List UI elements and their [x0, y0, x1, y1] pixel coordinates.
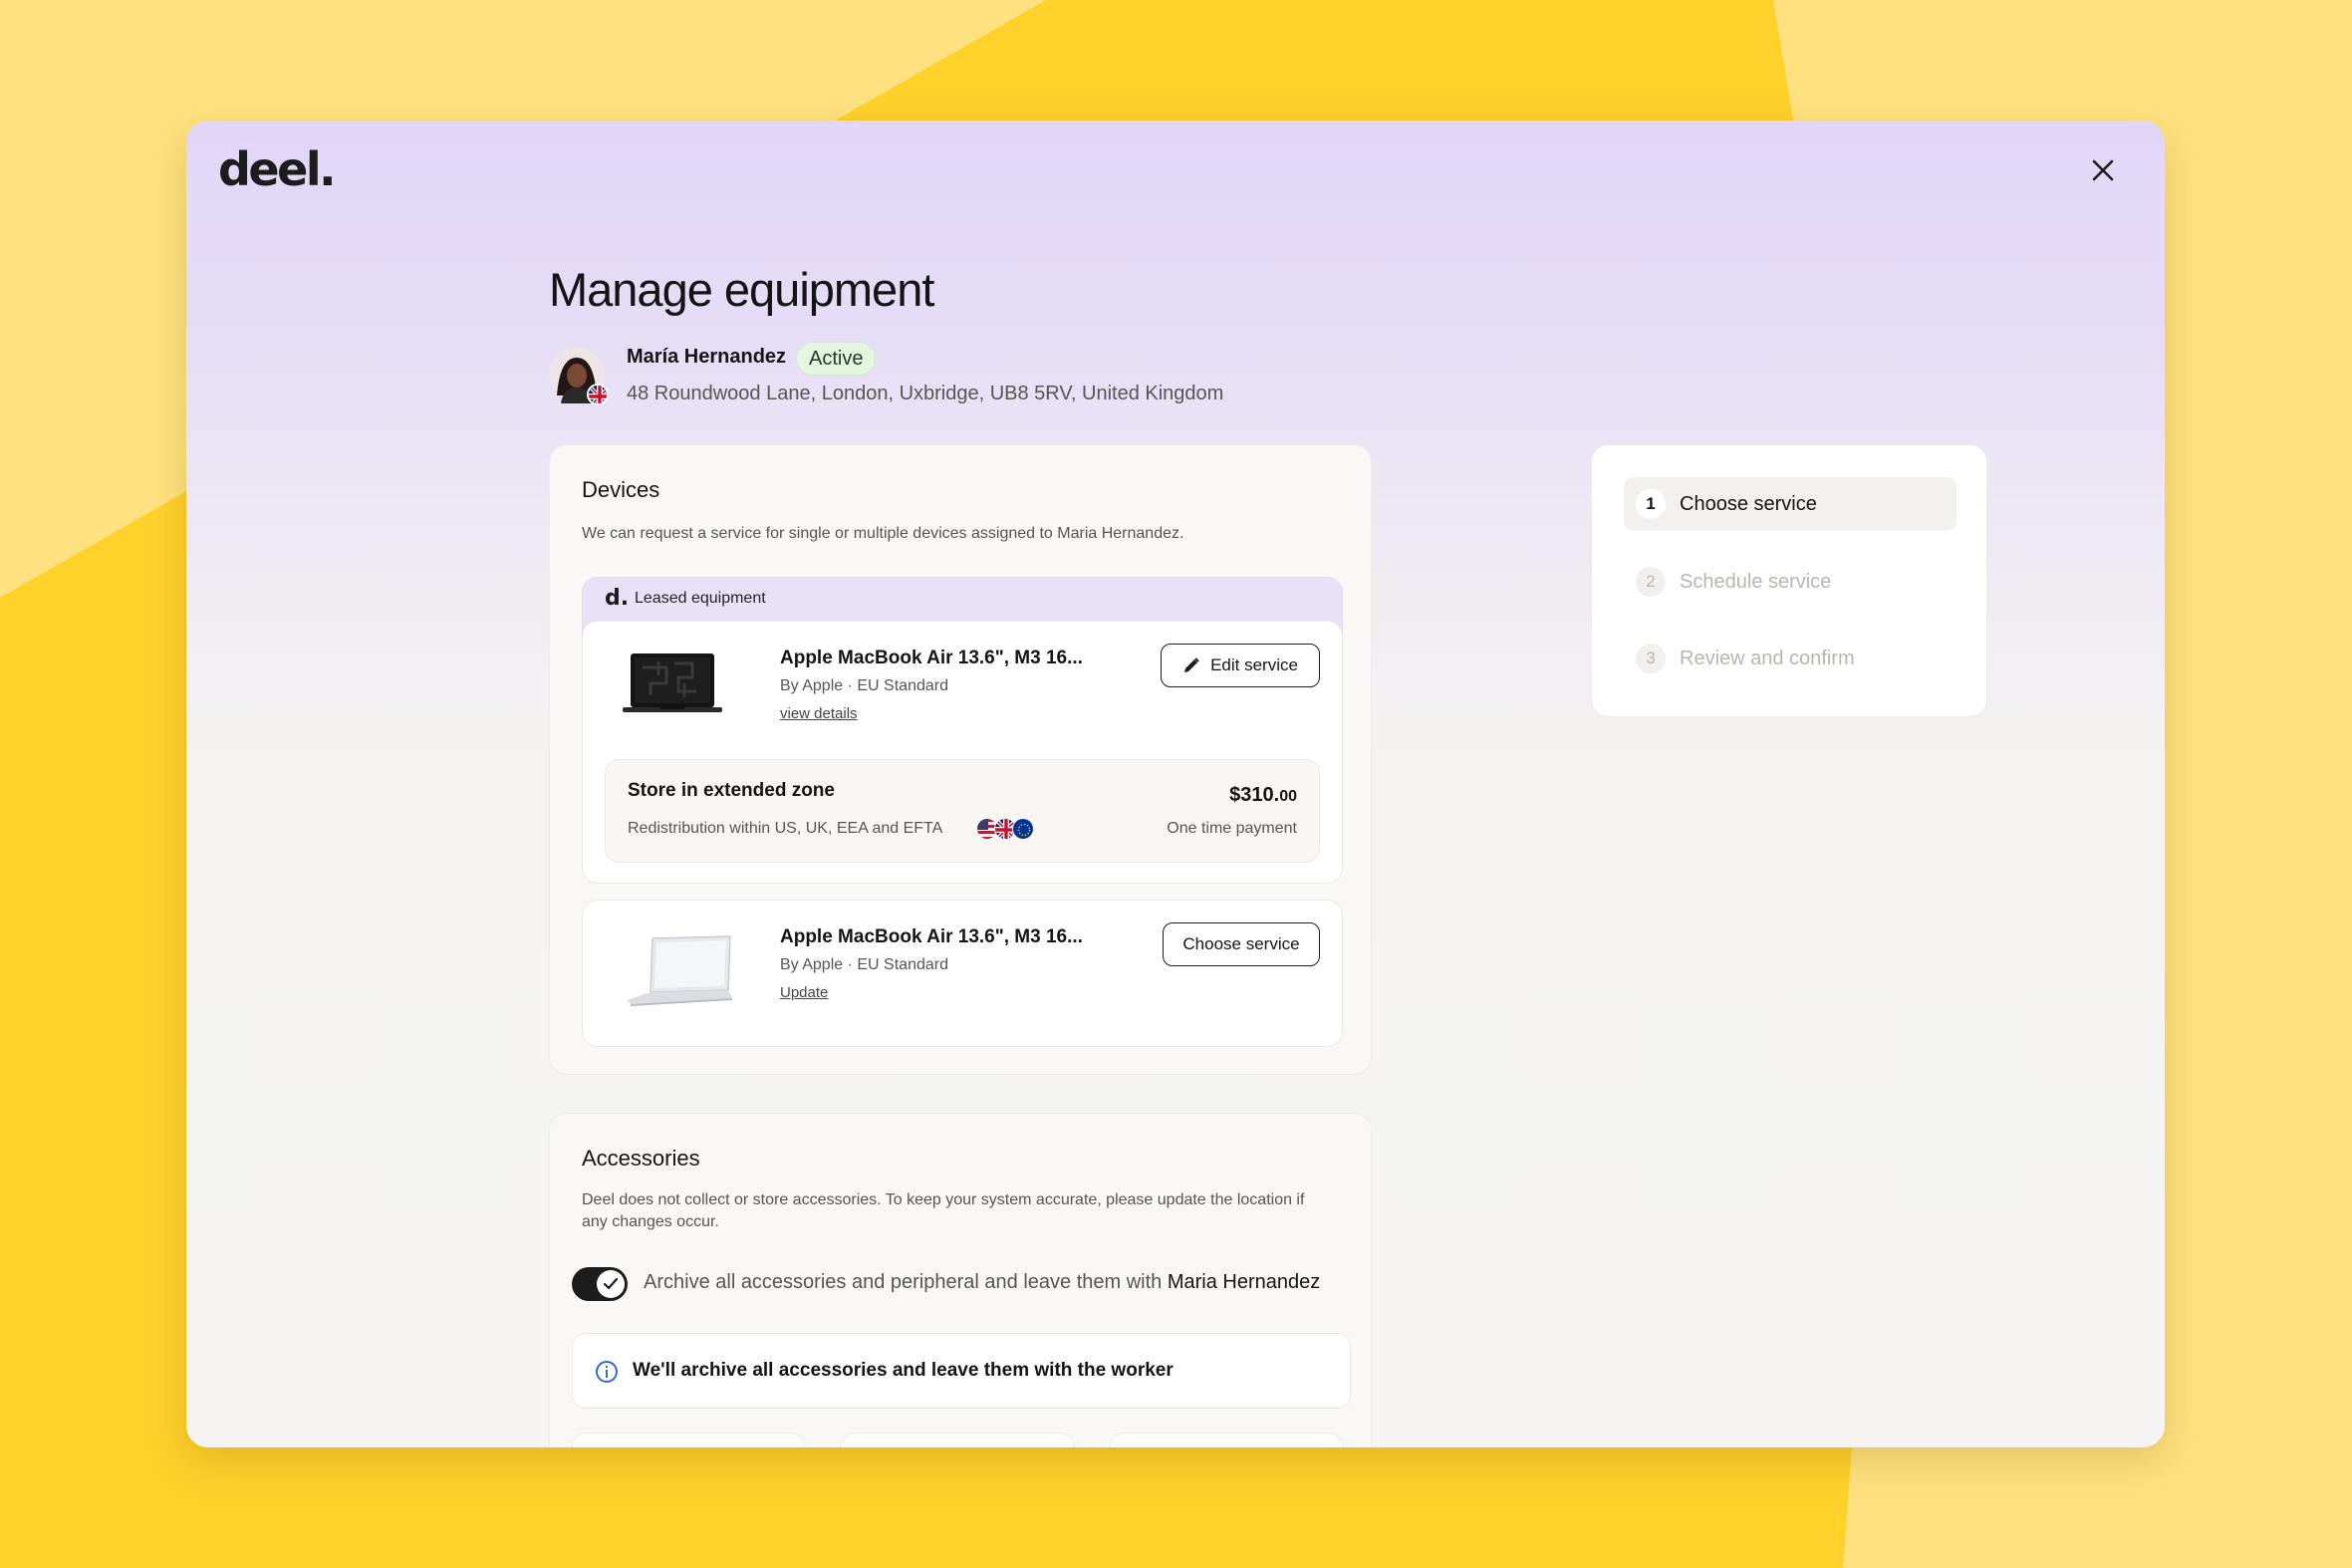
status-badge: Active — [796, 342, 877, 376]
leased-equipment-group: d. Leased equipment Apple MacBook Air 13… — [582, 577, 1343, 1047]
region-flags — [976, 818, 1034, 840]
step-label: Review and confirm — [1680, 647, 1855, 669]
devices-card: Devices We can request a service for sin… — [549, 444, 1372, 1075]
step-number: 2 — [1636, 567, 1666, 597]
edit-service-label: Edit service — [1210, 655, 1298, 674]
step-schedule-service: 2 Schedule service — [1624, 555, 1957, 609]
service-price: $310.00 — [1229, 784, 1297, 806]
step-label: Schedule service — [1680, 570, 1832, 593]
info-icon — [596, 1361, 618, 1383]
device-name: Apple MacBook Air 13.6", M3 16... — [780, 926, 1083, 947]
archive-accessories-toggle[interactable] — [572, 1267, 628, 1301]
selected-service: Store in extended zone Redistribution wi… — [605, 759, 1320, 863]
manage-equipment-window: deel. Manage equipment María Hernandez A… — [186, 121, 2165, 1447]
choose-service-label: Choose service — [1182, 934, 1300, 953]
accessory-option[interactable] — [841, 1433, 1074, 1447]
uk-flag-icon — [587, 384, 609, 405]
deel-logo: deel. — [218, 142, 337, 196]
macbook-dark-image — [623, 653, 722, 712]
close-button[interactable] — [2083, 150, 2123, 190]
devices-description: We can request a service for single or m… — [582, 525, 1184, 542]
accessory-option[interactable] — [572, 1433, 805, 1447]
macbook-silver-image — [627, 935, 732, 1006]
info-text: We'll archive all accessories and leave … — [633, 1360, 1174, 1381]
update-link[interactable]: Update — [780, 984, 828, 1001]
pencil-icon — [1184, 657, 1199, 672]
price-note: One time payment — [1167, 820, 1297, 837]
service-description: Redistribution within US, UK, EEA and EF… — [628, 820, 943, 837]
user-address: 48 Roundwood Lane, London, Uxbridge, UB8… — [627, 383, 1224, 404]
step-number: 1 — [1636, 489, 1666, 519]
devices-title: Devices — [582, 477, 660, 502]
toggle-knob — [597, 1270, 625, 1298]
accessory-option[interactable] — [1110, 1433, 1343, 1447]
accessories-card: Accessories Deel does not collect or sto… — [549, 1113, 1372, 1447]
device-item: Apple MacBook Air 13.6", M3 16... By App… — [582, 900, 1343, 1047]
close-icon — [2092, 159, 2114, 181]
worker-name: Maria Hernandez — [1167, 1271, 1321, 1293]
user-name: María Hernandez — [627, 346, 787, 368]
device-name: Apple MacBook Air 13.6", M3 16... — [780, 648, 1083, 668]
device-item: Apple MacBook Air 13.6", M3 16... By App… — [582, 621, 1343, 884]
page-title: Manage equipment — [549, 263, 934, 316]
avatar — [549, 348, 609, 405]
step-number: 3 — [1636, 644, 1666, 673]
view-details-link[interactable]: view details — [780, 705, 858, 722]
step-label: Choose service — [1680, 492, 1817, 515]
deel-mini-logo: d. — [605, 586, 630, 611]
stepper-card: 1 Choose service 2 Schedule service 3 Re… — [1591, 444, 1987, 717]
step-choose-service[interactable]: 1 Choose service — [1624, 477, 1957, 531]
device-subtitle: By Apple · EU Standard — [780, 677, 948, 694]
check-icon — [603, 1277, 619, 1290]
service-title: Store in extended zone — [628, 780, 835, 801]
device-subtitle: By Apple · EU Standard — [780, 956, 948, 973]
edit-service-button[interactable]: Edit service — [1161, 644, 1320, 687]
accessories-description: Deel does not collect or store accessori… — [582, 1191, 1305, 1230]
eu-flag-icon — [1012, 818, 1034, 840]
info-banner: We'll archive all accessories and leave … — [572, 1333, 1351, 1409]
accessories-title: Accessories — [582, 1146, 700, 1171]
step-review-confirm: 3 Review and confirm — [1624, 632, 1957, 685]
toggle-label: Archive all accessories and peripheral a… — [644, 1271, 1321, 1293]
choose-service-button[interactable]: Choose service — [1163, 922, 1320, 966]
leased-equipment-label: Leased equipment — [635, 590, 766, 607]
